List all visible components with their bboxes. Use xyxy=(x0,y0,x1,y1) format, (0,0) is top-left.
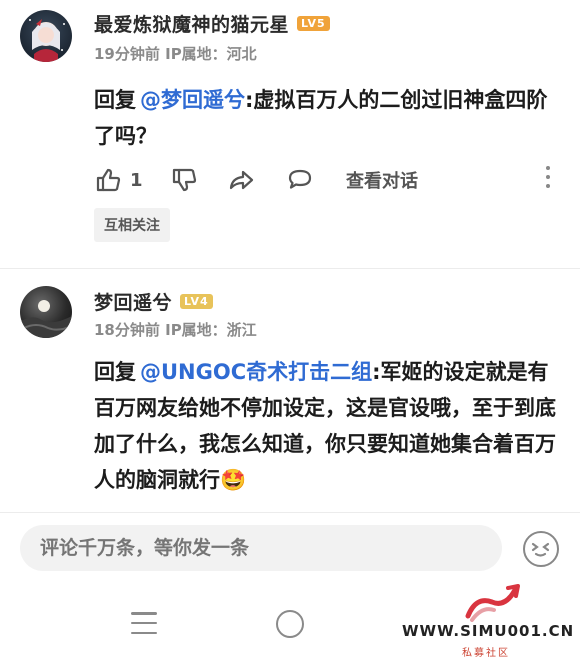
more-options-icon[interactable] xyxy=(546,166,550,188)
ip-location: IP属地：浙江 xyxy=(165,321,257,339)
watermark-logo-icon xyxy=(465,584,520,622)
menu-icon[interactable] xyxy=(131,612,157,634)
username[interactable]: 最爱炼狱魔神的猫元星 xyxy=(94,10,289,37)
thumbs-up-icon xyxy=(96,168,121,192)
user-info-row: 梦回遥兮 LV4 xyxy=(94,288,213,315)
avatar[interactable] xyxy=(20,10,72,62)
ip-location: IP属地：河北 xyxy=(165,45,257,63)
comment-input[interactable] xyxy=(20,525,502,571)
comment-meta: 19分钟前 IP属地：河北 xyxy=(94,43,257,64)
comment-actions: 1 查看对话 xyxy=(94,162,564,198)
avatar[interactable] xyxy=(20,286,72,338)
watermark-subtitle: 私募社区 xyxy=(462,648,510,659)
share-button[interactable] xyxy=(228,166,286,194)
share-arrow-icon xyxy=(229,170,254,190)
comment-body: 回复 @UNGOC奇术打击二组:军姬的设定就是有百万网友给她不停加设定，这是官设哦… xyxy=(94,354,556,498)
emoji-picker-icon[interactable] xyxy=(523,531,559,567)
mention-link[interactable]: @梦回遥兮 xyxy=(140,88,245,112)
home-icon[interactable] xyxy=(276,610,304,638)
watermark-url: WWW.SIMU001.CN xyxy=(402,622,575,640)
comment-item: 最爱炼狱魔神的猫元星 LV5 19分钟前 IP属地：河北 回复 @梦回遥兮:虚拟百… xyxy=(0,0,580,256)
chat-bubble-icon xyxy=(288,169,312,189)
comment-time: 18分钟前 xyxy=(94,321,160,339)
level-badge: LV4 xyxy=(180,294,213,309)
mutual-follow-tag: 互相关注 xyxy=(94,208,170,242)
view-dialog-link[interactable]: 查看对话 xyxy=(346,167,418,193)
avatar-image xyxy=(20,300,72,338)
like-button[interactable]: 1 xyxy=(94,166,170,194)
watermark: WWW.SIMU001.CN 私募社区 xyxy=(402,582,574,660)
reply-button[interactable] xyxy=(286,166,346,194)
comment-body: 回复 @梦回遥兮:虚拟百万人的二创过旧神盒四阶了吗？ xyxy=(94,82,556,154)
comment-time: 19分钟前 xyxy=(94,45,160,63)
face-icon xyxy=(531,542,550,557)
username[interactable]: 梦回遥兮 xyxy=(94,288,172,315)
comment-item: 梦回遥兮 LV4 18分钟前 IP属地：浙江 回复 @UNGOC奇术打击二组:军姬… xyxy=(0,274,580,510)
like-count: 1 xyxy=(130,169,143,191)
mention-link[interactable]: @UNGOC奇术打击二组 xyxy=(140,360,372,384)
comment-meta: 18分钟前 IP属地：浙江 xyxy=(94,319,257,340)
reply-prefix: 回复 xyxy=(94,360,136,384)
reply-prefix: 回复 xyxy=(94,88,136,112)
user-info-row: 最爱炼狱魔神的猫元星 LV5 xyxy=(94,10,330,37)
emoji-icon: 🤩 xyxy=(220,468,247,492)
comment-input-bar xyxy=(0,512,580,582)
dislike-button[interactable] xyxy=(170,166,228,194)
avatar-image xyxy=(29,19,65,62)
divider xyxy=(0,268,580,269)
thumbs-down-icon xyxy=(172,168,197,192)
level-badge: LV5 xyxy=(297,16,330,31)
